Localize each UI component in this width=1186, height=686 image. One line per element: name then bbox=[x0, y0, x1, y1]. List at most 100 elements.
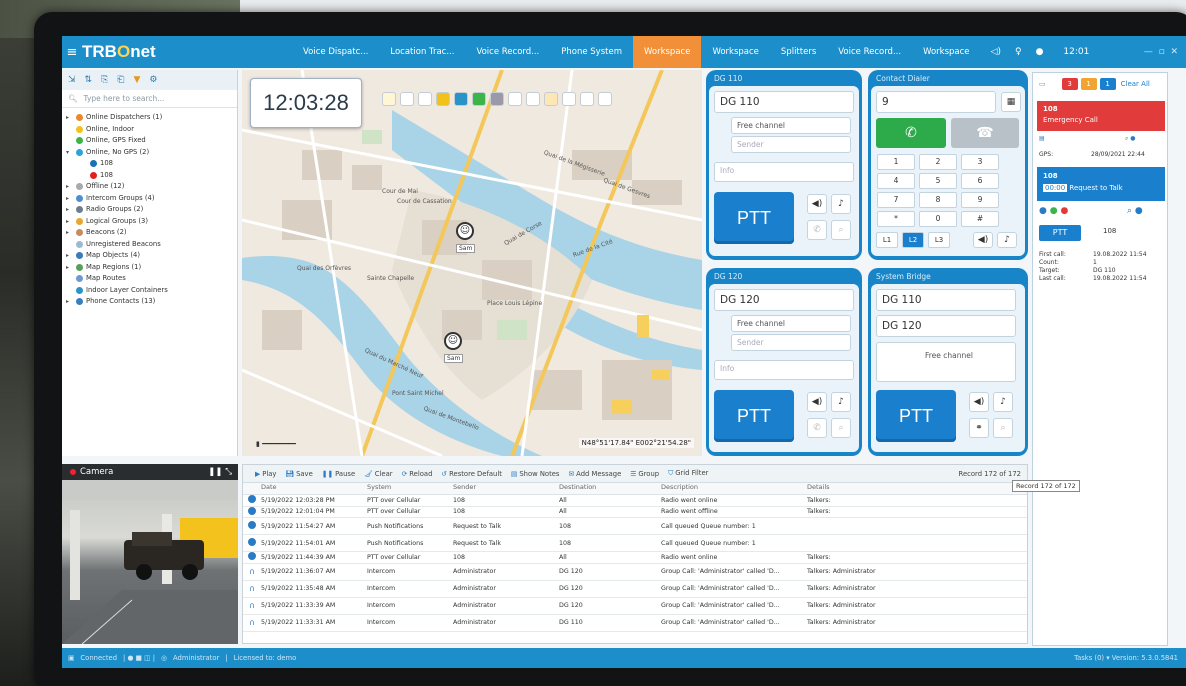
badge-warning[interactable]: 1 bbox=[1080, 78, 1097, 90]
user-marker-icon[interactable]: ☺ bbox=[456, 222, 474, 240]
tree-item[interactable]: ▸ Map Regions (1) bbox=[66, 262, 237, 274]
text-tool-icon[interactable] bbox=[418, 92, 432, 106]
expand-arrow-icon[interactable]: ▸ bbox=[66, 227, 73, 239]
tree-item[interactable]: Map Routes bbox=[66, 273, 237, 285]
key-7[interactable]: 8 bbox=[919, 192, 957, 208]
expand-icon[interactable]: ⇲ bbox=[68, 75, 76, 85]
expand-arrow-icon[interactable]: ▾ bbox=[66, 147, 73, 159]
table-row[interactable]: 5/19/2022 12:01:04 PM PTT over Cellular 10… bbox=[243, 506, 1027, 518]
tab-1[interactable]: Location Trac... bbox=[379, 36, 465, 68]
key-0[interactable]: 1 bbox=[877, 154, 915, 170]
phone-icon[interactable]: ✆ bbox=[807, 220, 827, 240]
badge-emergency[interactable]: 3 bbox=[1061, 78, 1078, 90]
expand-arrow-icon[interactable]: ▸ bbox=[66, 181, 73, 193]
camera-feed[interactable] bbox=[62, 480, 238, 644]
expand-arrow-icon[interactable]: ▸ bbox=[66, 296, 73, 308]
tree-item[interactable]: Online, GPS Fixed bbox=[66, 135, 237, 147]
log-tool-2[interactable]: ❚❚ Pause bbox=[322, 470, 355, 478]
call-button[interactable]: ✆ bbox=[876, 118, 946, 148]
marker-blue-icon[interactable] bbox=[454, 92, 468, 106]
tab-5[interactable]: Workspace bbox=[701, 36, 769, 68]
ruler-icon[interactable] bbox=[526, 92, 540, 106]
tab-3[interactable]: Phone System bbox=[550, 36, 633, 68]
tree-item[interactable]: ▸ Intercom Groups (4) bbox=[66, 193, 237, 205]
print-icon[interactable] bbox=[598, 92, 612, 106]
ptt-button[interactable]: PTT bbox=[714, 192, 794, 244]
pencil-icon[interactable] bbox=[382, 92, 396, 106]
column-header[interactable]: Details bbox=[807, 483, 1027, 494]
log-tool-9[interactable]: ⛉ Grid Filter bbox=[668, 469, 708, 478]
layers-icon[interactable] bbox=[400, 92, 414, 106]
log-tool-5[interactable]: ↺ Restore Default bbox=[441, 470, 502, 478]
music-icon[interactable]: ♪ bbox=[997, 232, 1017, 248]
key-10[interactable]: 0 bbox=[919, 211, 957, 227]
column-header[interactable]: Description bbox=[661, 483, 807, 494]
status-dot-icon[interactable]: ● bbox=[1036, 47, 1044, 57]
line-button-0[interactable]: L1 bbox=[876, 232, 898, 248]
log-tool-1[interactable]: 💾︎ Save bbox=[285, 470, 312, 478]
tab-6[interactable]: Splitters bbox=[770, 36, 827, 68]
key-11[interactable]: # bbox=[961, 211, 999, 227]
column-header[interactable]: Date bbox=[261, 483, 367, 494]
menu-icon[interactable]: ≡ bbox=[62, 45, 82, 60]
ptt-button[interactable]: PTT bbox=[876, 390, 956, 442]
tree-item[interactable]: Online, Indoor bbox=[66, 124, 237, 136]
key-5[interactable]: 6 bbox=[961, 173, 999, 189]
search-icon[interactable]: ⌕ bbox=[993, 418, 1013, 438]
star-icon[interactable] bbox=[562, 92, 576, 106]
settings-icon[interactable]: ⚙ bbox=[149, 75, 157, 85]
speaker-icon[interactable]: ◀) bbox=[807, 392, 827, 412]
key-1[interactable]: 2 bbox=[919, 154, 957, 170]
music-icon[interactable]: ♪ bbox=[831, 194, 851, 214]
tree-item[interactable]: ▸ Radio Groups (2) bbox=[66, 204, 237, 216]
alert-actions[interactable]: ⌕ ● bbox=[1125, 135, 1136, 143]
hangup-button[interactable]: ☎ bbox=[951, 118, 1019, 148]
map-search-icon[interactable] bbox=[508, 92, 522, 106]
tab-2[interactable]: Voice Record... bbox=[465, 36, 550, 68]
ptt-button[interactable]: PTT bbox=[1039, 225, 1081, 241]
music-icon[interactable]: ♪ bbox=[993, 392, 1013, 412]
user-marker-icon[interactable]: ☺ bbox=[444, 332, 462, 350]
key-9[interactable]: * bbox=[877, 211, 915, 227]
tree-item[interactable]: ▸ Beacons (2) bbox=[66, 227, 237, 239]
tab-4[interactable]: Workspace bbox=[632, 36, 702, 68]
copy-icon[interactable]: ⎘ bbox=[101, 75, 108, 85]
location-icon[interactable] bbox=[580, 92, 594, 106]
tree-item[interactable]: ▸ Online Dispatchers (1) bbox=[66, 112, 237, 124]
dial-input[interactable]: 9 bbox=[876, 91, 996, 113]
marker-yellow-icon[interactable] bbox=[436, 92, 450, 106]
collapse-icon[interactable]: ▭ bbox=[1039, 80, 1046, 88]
line-button-1[interactable]: L2 bbox=[902, 232, 924, 248]
request-alert-card[interactable]: 108 00:00 Request to Talk bbox=[1037, 167, 1165, 201]
expand-arrow-icon[interactable]: ▸ bbox=[66, 193, 73, 205]
tree-item[interactable]: ▸ Offline (12) bbox=[66, 181, 237, 193]
speaker-icon[interactable]: ◀) bbox=[969, 392, 989, 412]
speaker-icon[interactable]: ◀) bbox=[807, 194, 827, 214]
filter-icon[interactable]: ▼ bbox=[134, 75, 141, 85]
tree-item[interactable]: Unregistered Beacons bbox=[66, 239, 237, 251]
reject-icon[interactable]: ● bbox=[1060, 206, 1068, 216]
map-view[interactable]: 12:03:28 Cour de Mai Cour de Cassation S… bbox=[242, 70, 702, 456]
accept-icon[interactable]: ● bbox=[1039, 206, 1047, 216]
log-tool-4[interactable]: ⟳ Reload bbox=[402, 470, 433, 478]
emergency-alert-card[interactable]: 108 Emergency Call bbox=[1037, 101, 1165, 131]
expand-arrow-icon[interactable]: ▸ bbox=[66, 204, 73, 216]
table-row[interactable]: ∩ 5/19/2022 11:35:48 AM Intercom Administra… bbox=[243, 581, 1027, 598]
phone-icon[interactable]: ✆ bbox=[807, 418, 827, 438]
table-row[interactable]: 5/19/2022 11:44:39 AM PTT over Cellular 10… bbox=[243, 552, 1027, 564]
speaker-icon[interactable]: ◀) bbox=[973, 232, 993, 248]
tree-item[interactable]: ▸ Map Objects (4) bbox=[66, 250, 237, 262]
expand-arrow-icon[interactable]: ▸ bbox=[66, 112, 73, 124]
camera-controls[interactable]: ❚❚ ⤡ bbox=[208, 464, 232, 480]
tree-item[interactable]: ▸ Logical Groups (3) bbox=[66, 216, 237, 228]
tab-7[interactable]: Voice Record... bbox=[827, 36, 912, 68]
window-controls[interactable]: — ▫ ✕ bbox=[1144, 47, 1178, 57]
log-tool-7[interactable]: ✉ Add Message bbox=[568, 470, 621, 478]
key-8[interactable]: 9 bbox=[961, 192, 999, 208]
table-row[interactable]: ∩ 5/19/2022 11:33:31 AM Intercom Administra… bbox=[243, 615, 1027, 632]
log-tool-6[interactable]: ▤ Show Notes bbox=[511, 470, 560, 478]
column-header[interactable]: Sender bbox=[453, 483, 559, 494]
tree-item[interactable]: ▸ Phone Contacts (13) bbox=[66, 296, 237, 308]
tab-0[interactable]: Voice Dispatc... bbox=[292, 36, 379, 68]
key-3[interactable]: 4 bbox=[877, 173, 915, 189]
